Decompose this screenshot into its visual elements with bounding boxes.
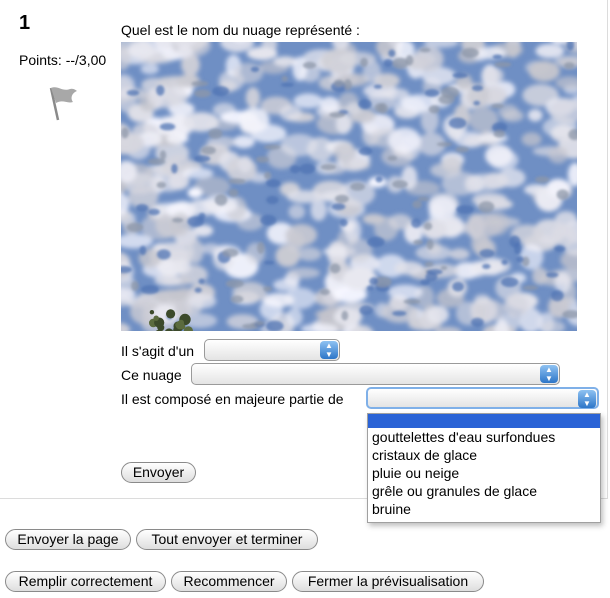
submit-all-finish-button[interactable]: Tout envoyer et terminer — [136, 529, 318, 550]
question-text: Quel est le nom du nuage représenté : — [121, 22, 360, 38]
flag-icon[interactable] — [46, 84, 80, 125]
dropdown-option[interactable]: gouttelettes d'eau surfondues — [368, 428, 600, 446]
cloud-type-select[interactable]: ▲ ▼ — [204, 339, 340, 361]
dropdown-option[interactable]: bruine — [368, 500, 600, 518]
field-type-label: Il s'agit d'un — [121, 343, 195, 359]
question-points: Points: --/3,00 — [19, 52, 107, 68]
close-preview-button[interactable]: Fermer la prévisualisation — [292, 571, 484, 592]
field-composition-label: Il est composé en majeure partie de — [121, 391, 344, 407]
updown-arrows-icon: ▲ ▼ — [540, 365, 558, 383]
question-number: 1 — [19, 12, 31, 34]
dropdown-option-empty[interactable] — [368, 414, 600, 428]
composition-select[interactable]: ▲ ▼ — [366, 387, 599, 409]
updown-arrows-icon: ▲ ▼ — [320, 341, 338, 359]
dropdown-option[interactable]: pluie ou neige — [368, 464, 600, 482]
updown-arrows-icon: ▲ ▼ — [578, 390, 596, 408]
dropdown-option[interactable]: cristaux de glace — [368, 446, 600, 464]
composition-dropdown-list[interactable]: gouttelettes d'eau surfondues cristaux d… — [367, 413, 601, 523]
submit-button[interactable]: Envoyer — [121, 462, 196, 483]
submit-page-button[interactable]: Envoyer la page — [5, 529, 131, 550]
cloud-select[interactable]: ▲ ▼ — [191, 363, 560, 385]
field-cloud-label: Ce nuage — [121, 367, 182, 383]
fill-correct-button[interactable]: Remplir correctement — [5, 571, 166, 592]
dropdown-option[interactable]: grêle ou granules de glace — [368, 482, 600, 500]
restart-button[interactable]: Recommencer — [171, 571, 287, 592]
cloud-image — [121, 42, 577, 331]
